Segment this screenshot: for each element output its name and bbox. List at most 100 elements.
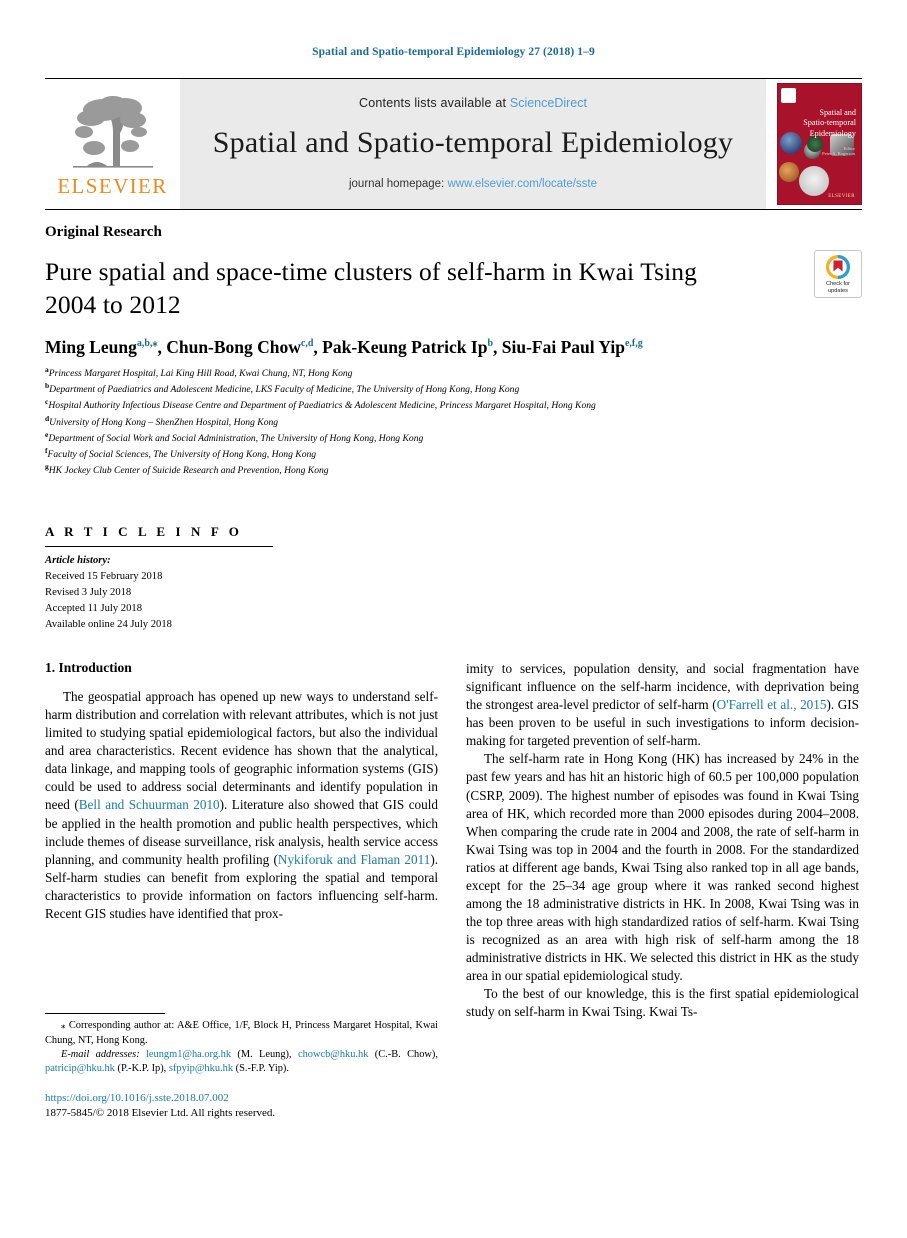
paragraph-intro-2: The self-harm rate in Hong Kong (HK) has…	[466, 751, 859, 983]
email-link-4[interactable]: sfpyip@hku.hk	[169, 1063, 233, 1074]
citation-ofarrell[interactable]: O'Farrell et al., 2015	[717, 697, 827, 712]
affiliation-text: Princess Margaret Hospital, Lai King Hil…	[48, 368, 353, 380]
journal-cover-thumbnail: Spatial and Spatio-temporal Epidemiology…	[766, 79, 862, 209]
homepage-prefix: journal homepage:	[348, 178, 445, 190]
journal-title: Spatial and Spatio-temporal Epidemiology	[212, 126, 734, 159]
cover-publisher-mark: ELSEVIER	[828, 194, 855, 199]
author-name: Siu-Fai Paul Yip	[501, 337, 625, 358]
contents-prefix: Contents lists available at	[359, 96, 507, 110]
column-left: 1. Introduction The geospatial approach …	[45, 660, 438, 1120]
copyright-line: 1877-5845/© 2018 Elsevier Ltd. All right…	[45, 1106, 276, 1119]
article-history-revised: Revised 3 July 2018	[45, 586, 132, 598]
corresponding-star: ⁎	[61, 1020, 66, 1031]
cover-title-line3: Epidemiology	[809, 128, 856, 138]
cover-logo-badge	[781, 88, 796, 103]
affiliation-text: HK Jockey Club Center of Suicide Researc…	[48, 465, 329, 477]
journal-article-page: Spatial and Spatio-temporal Epidemiology…	[0, 0, 907, 1238]
contents-available-line: Contents lists available at ScienceDirec…	[359, 96, 587, 110]
email-link-1[interactable]: leungm1@ha.org.hk	[146, 1049, 231, 1060]
author-list: Ming Leunga,b,⁎, Chun-Bong Chowc,d, Pak-…	[45, 337, 643, 358]
email-owner-3: (P.-K.P. Ip),	[117, 1063, 167, 1075]
author-item[interactable]: Siu-Fai Paul Yipe,f,g	[502, 337, 643, 357]
journal-homepage-link[interactable]: www.elsevier.com/locate/sste	[447, 178, 597, 190]
email-link-3[interactable]: patricip@hku.hk	[45, 1063, 115, 1074]
article-info-rule	[45, 545, 273, 547]
affiliation-text: Department of Social Work and Social Adm…	[48, 432, 424, 444]
section-heading-introduction: 1. Introduction	[45, 660, 132, 676]
affiliation-text: Faculty of Social Sciences, The Universi…	[47, 448, 317, 460]
article-history-online: Available online 24 July 2018	[45, 618, 172, 630]
paragraph-intro-1: The geospatial approach has opened up ne…	[45, 688, 438, 922]
crossmark-line2: updates	[828, 288, 848, 294]
cover-title-line1: Spatial and	[819, 108, 856, 117]
cover-editor: Editor Peter A. Rogerson	[822, 146, 855, 156]
article-info-block: A R T I C L E I N F O Article history: R…	[45, 524, 862, 632]
email-owner-4: (S.-F.P. Yip).	[235, 1063, 289, 1075]
author-affil-marks: b	[487, 338, 494, 350]
affiliation-item: aPrincess Margaret Hospital, Lai King Hi…	[45, 365, 835, 381]
article-history-accepted: Accepted 11 July 2018	[45, 602, 142, 614]
article-info-heading: A R T I C L E I N F O	[45, 523, 243, 539]
affiliation-list: aPrincess Margaret Hospital, Lai King Hi…	[45, 365, 835, 478]
email-label: E-mail addresses:	[61, 1048, 140, 1060]
cover-editor-name: Peter A. Rogerson	[822, 151, 855, 156]
corresponding-author-note: ⁎ Corresponding author at: A&E Office, 1…	[45, 1019, 438, 1048]
article-history-received: Received 15 February 2018	[45, 570, 163, 582]
author-name: Ming Leung	[45, 337, 137, 358]
author-name: Chun-Bong Chow	[166, 337, 301, 358]
cover-swatch-6	[799, 166, 829, 196]
elsevier-wordmark: ELSEVIER	[57, 173, 168, 198]
elsevier-tree-icon	[72, 95, 153, 168]
article-history-label: Article history:	[45, 554, 111, 566]
paragraph-intro-1-continued: imity to services, population density, a…	[466, 660, 859, 750]
article-header: Check for updates Original Research Pure…	[45, 210, 862, 478]
author-name: Pak-Keung Patrick Ip	[322, 337, 488, 358]
footnote-rule	[45, 1013, 165, 1015]
page-title: Pure spatial and space-time clusters of …	[45, 257, 697, 320]
author-affil-marks: a,b,⁎	[136, 338, 158, 350]
crossmark-icon	[825, 254, 851, 280]
cover-image: Spatial and Spatio-temporal Epidemiology…	[777, 83, 862, 205]
affiliation-item: bDepartment of Paediatrics and Adolescen…	[45, 381, 835, 397]
citation-bell-schuurman[interactable]: Bell and Schuurman 2010	[79, 797, 220, 812]
affiliation-text: Department of Paediatrics and Adolescent…	[49, 384, 520, 396]
affiliation-item: eDepartment of Social Work and Social Ad…	[45, 430, 835, 446]
citation-nykiforuk-flaman[interactable]: Nykiforuk and Flaman 2011	[278, 852, 430, 867]
cover-swatch-5	[779, 162, 799, 182]
doi-link[interactable]: https://doi.org/10.1016/j.sste.2018.07.0…	[45, 1091, 438, 1106]
journal-masthead: ELSEVIER Contents lists available at Sci…	[45, 78, 862, 209]
email-owner-2: (C.-B. Chow),	[374, 1048, 438, 1060]
masthead-center: Contents lists available at ScienceDirec…	[180, 79, 766, 209]
doi-block: https://doi.org/10.1016/j.sste.2018.07.0…	[45, 1091, 438, 1121]
crossmark-badge[interactable]: Check for updates	[814, 250, 862, 298]
corresponding-author-text: Corresponding author at: A&E Office, 1/F…	[45, 1020, 438, 1046]
column-right: imity to services, population density, a…	[466, 660, 859, 1120]
cover-title: Spatial and Spatio-temporal Epidemiology	[801, 108, 856, 139]
crossmark-line1: Check for	[826, 281, 850, 288]
footnote-block: ⁎ Corresponding author at: A&E Office, 1…	[45, 1013, 438, 1120]
cover-swatch-1	[780, 132, 802, 154]
author-affil-marks: e,f,g	[624, 338, 643, 350]
crossmark-label: Check for updates	[826, 281, 850, 295]
affiliation-item: fFaculty of Social Sciences, The Univers…	[45, 446, 835, 462]
article-type-kicker: Original Research	[45, 224, 162, 240]
elsevier-logo: ELSEVIER	[45, 79, 180, 209]
email-link-2[interactable]: chowcb@hku.hk	[298, 1049, 368, 1060]
author-item[interactable]: Pak-Keung Patrick Ipb	[322, 337, 493, 357]
paragraph-intro-3: To the best of our knowledge, this is th…	[466, 985, 859, 1019]
author-item[interactable]: Ming Leunga,b,⁎	[45, 337, 157, 357]
affiliation-item: gHK Jockey Club Center of Suicide Resear…	[45, 462, 835, 478]
email-owner-1: (M. Leung),	[237, 1048, 292, 1060]
sciencedirect-link[interactable]: ScienceDirect	[510, 96, 587, 110]
affiliation-text: Hospital Authority Infectious Disease Ce…	[48, 400, 596, 412]
author-item[interactable]: Chun-Bong Chowc,d	[166, 337, 313, 357]
affiliation-item: dUniversity of Hong Kong – ShenZhen Hosp…	[45, 414, 835, 430]
running-head: Spatial and Spatio-temporal Epidemiology…	[312, 46, 595, 58]
affiliation-text: University of Hong Kong – ShenZhen Hospi…	[49, 416, 279, 428]
email-addresses-note: E-mail addresses: leungm1@ha.org.hk (M. …	[45, 1048, 438, 1077]
cover-title-line2: Spatio-temporal	[803, 118, 856, 128]
body-columns: 1. Introduction The geospatial approach …	[45, 660, 862, 1120]
journal-homepage-line: journal homepage: www.elsevier.com/locat…	[349, 178, 597, 190]
paragraph-text: The geospatial approach has opened up ne…	[45, 689, 438, 813]
affiliation-item: cHospital Authority Infectious Disease C…	[45, 397, 835, 413]
